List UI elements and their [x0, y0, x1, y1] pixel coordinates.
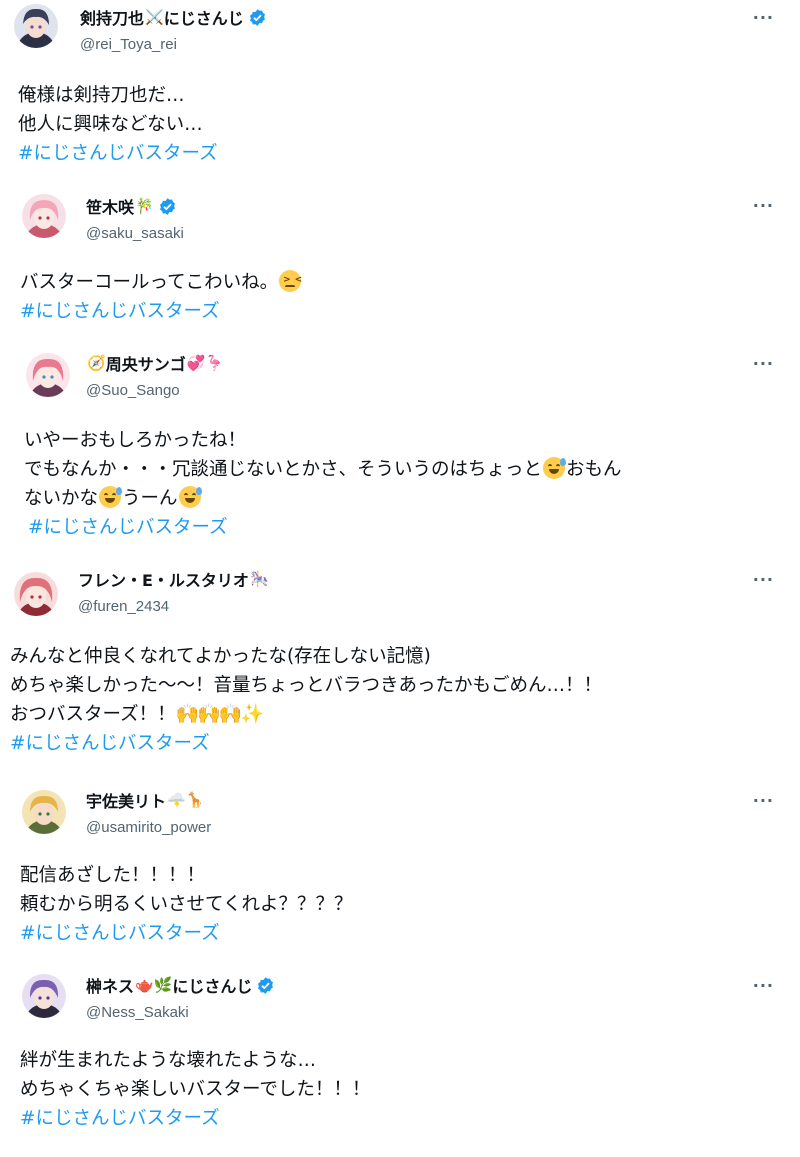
avatar[interactable]	[22, 790, 66, 834]
tweet-line: めちゃくちゃ楽しいバスターでした！！！	[20, 1079, 371, 1100]
avatar[interactable]	[22, 194, 66, 238]
display-name[interactable]: 榊ネス	[86, 973, 134, 997]
hashtag-link[interactable]: #にじさんじバスターズ	[24, 513, 622, 542]
hashtag-link[interactable]: #にじさんじバスターズ	[10, 729, 602, 758]
more-options-icon[interactable]: ···	[753, 791, 774, 810]
user-handle[interactable]: @Ness_Sakaki	[86, 1004, 189, 1021]
user-handle[interactable]: @Suo_Sango	[86, 382, 180, 399]
tweet-line: めちゃ楽しかった〜〜！音量ちょっとバラつきあったかもごめん…！！	[10, 675, 603, 696]
tweet-text: 配信あざした！！！！ 頼むから明るくいさせてくれよ？？？？ #にじさんじバスター…	[20, 861, 352, 948]
hashtag-link[interactable]: #にじさんじバスターズ	[18, 139, 218, 168]
sweat-smile-icon	[99, 486, 123, 508]
hashtag-link[interactable]: #にじさんじバスターズ	[20, 919, 352, 948]
avatar[interactable]	[26, 353, 70, 397]
tweet-line: おつバスターズ！！🙌🙌🙌✨	[10, 700, 602, 729]
sweat-smile-icon	[178, 486, 202, 508]
display-name[interactable]: フレン・E・ルスタリオ	[78, 567, 249, 591]
tweet-line: 配信あざした！！！！	[20, 865, 206, 886]
more-options-icon[interactable]: ···	[753, 354, 774, 373]
more-options-icon[interactable]: ···	[753, 196, 774, 215]
tweet-line: バスターコールってこわいね。 ><	[20, 268, 302, 297]
verified-badge-icon	[248, 8, 267, 27]
hashtag-link[interactable]: #にじさんじバスターズ	[20, 297, 302, 326]
tweet-line-text: バスターコールってこわいね。	[20, 272, 279, 293]
swords-icon: ⚔️	[145, 8, 164, 26]
tweet-line-text: うーん	[122, 488, 178, 509]
display-name[interactable]: 周央サンゴ	[106, 351, 186, 375]
verified-badge-icon	[158, 197, 177, 216]
display-name[interactable]: 宇佐美リト	[86, 788, 166, 812]
tweet-line-text: おつバスターズ！！	[10, 704, 176, 725]
carousel-horse-icon: 🎠	[249, 570, 269, 588]
sparkles-icon: ✨	[240, 703, 265, 725]
avatar[interactable]	[14, 572, 58, 616]
avatar[interactable]	[14, 4, 58, 48]
user-handle[interactable]: @rei_Toya_rei	[80, 36, 177, 53]
tweet-line-text: ないかな	[24, 488, 99, 509]
storm-giraffe-icon: 🌩️🦒	[167, 791, 205, 809]
hashtag-link[interactable]: #にじさんじバスターズ	[20, 1104, 370, 1133]
display-name[interactable]: 笹木咲	[86, 194, 134, 218]
teapot-herb-icon: 🫖🌿	[135, 976, 173, 994]
tweet-line: ないかな うーん	[24, 484, 622, 513]
more-options-icon[interactable]: ···	[753, 976, 774, 995]
compass-icon: 🧭	[87, 354, 106, 372]
raising-hands-icon: 🙌🙌🙌	[175, 703, 243, 725]
tweet-line: みんなと仲良くなれてよかったな(存在しない記憶)	[10, 646, 431, 667]
tweet-line: 他人に興味などない…	[18, 114, 203, 135]
display-name-suffix[interactable]: にじさんじ	[172, 973, 252, 997]
hearts-flamingo-icon: 💞🦩	[186, 354, 225, 372]
user-handle[interactable]: @saku_sasaki	[86, 225, 184, 242]
sweat-smile-icon	[543, 457, 567, 479]
more-options-icon[interactable]: ···	[753, 8, 774, 27]
tweet-text: 絆が生まれたような壊れたような… めちゃくちゃ楽しいバスターでした！！！ #にじ…	[20, 1046, 370, 1133]
confounded-face-icon: ><	[279, 270, 302, 292]
tweet-line-text: おもん	[566, 459, 622, 480]
tweet-line: 俺様は剣持刀也だ…	[18, 85, 185, 106]
tweet-text: みんなと仲良くなれてよかったな(存在しない記憶) めちゃ楽しかった〜〜！音量ちょ…	[10, 642, 602, 758]
tweet-text: バスターコールってこわいね。 >< #にじさんじバスターズ	[20, 268, 302, 326]
display-name[interactable]: 剣持刀也	[80, 5, 144, 29]
tweet-text: いやーおもしろかったね！ でもなんか・・・冗談通じないとかさ、そういうのはちょっ…	[24, 426, 622, 542]
more-options-icon[interactable]: ···	[753, 570, 774, 589]
verified-badge-icon	[256, 976, 275, 995]
tweet-line: でもなんか・・・冗談通じないとかさ、そういうのはちょっと おもん	[24, 455, 622, 484]
user-handle[interactable]: @usamirito_power	[86, 819, 211, 836]
user-handle[interactable]: @furen_2434	[78, 598, 169, 615]
tweet-line: 頼むから明るくいさせてくれよ？？？？	[20, 894, 353, 915]
tanabata-tree-icon: 🎋	[135, 197, 154, 215]
tweet-line: 絆が生まれたような壊れたような…	[20, 1050, 317, 1071]
tweet-text: 俺様は剣持刀也だ… 他人に興味などない… #にじさんじバスターズ	[18, 81, 218, 168]
display-name-suffix[interactable]: にじさんじ	[164, 5, 244, 29]
tweet-line-text: でもなんか・・・冗談通じないとかさ、そういうのはちょっと	[24, 459, 543, 480]
avatar[interactable]	[22, 974, 66, 1018]
tweet-line: いやーおもしろかったね！	[24, 430, 247, 451]
